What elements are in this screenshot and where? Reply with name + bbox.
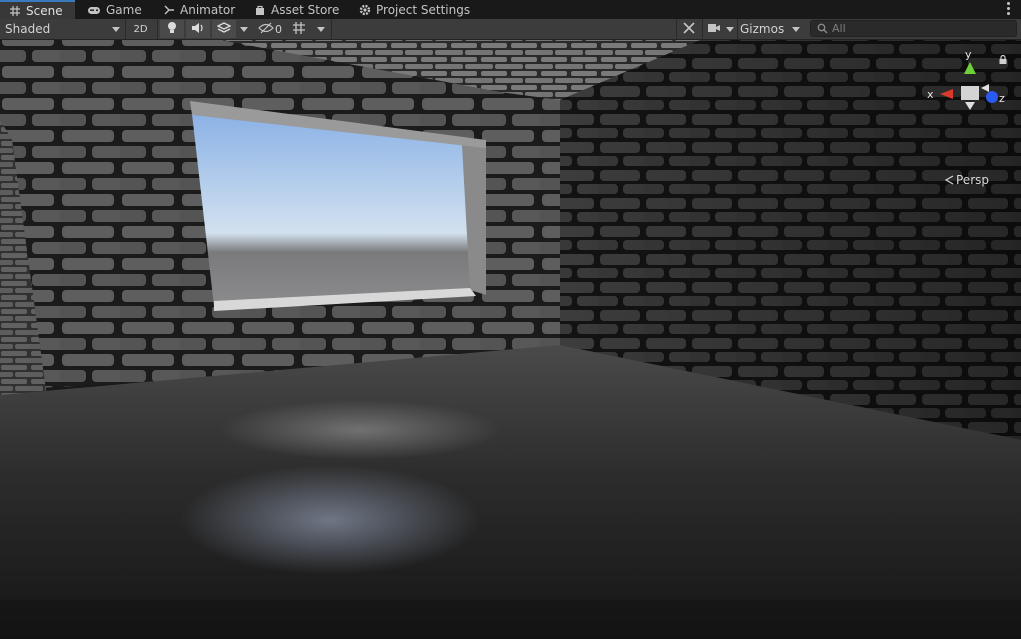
tab-project-settings-label: Project Settings [376, 2, 471, 17]
tab-animator-label: Animator [180, 2, 236, 17]
chevron-down-icon [725, 26, 734, 32]
x-axis-label: x [927, 88, 934, 101]
search-icon [817, 23, 828, 34]
wrench-icon [682, 21, 696, 38]
2d-toggle-label: 2D [133, 23, 148, 35]
chevron-left-icon [944, 175, 954, 185]
divider [676, 19, 677, 39]
divider [737, 19, 738, 39]
2d-toggle-button[interactable]: 2D [128, 20, 153, 38]
projection-label: Persp [956, 173, 989, 187]
tab-bar: Scene Game Animator Asset Store Project … [0, 0, 1021, 20]
lighting-toggle-button[interactable] [160, 20, 184, 38]
tab-project-settings[interactable]: Project Settings [359, 0, 470, 19]
tools-button[interactable] [678, 20, 700, 38]
chevron-down-icon [112, 26, 120, 32]
chevron-down-icon [792, 26, 800, 32]
hidden-objects-count: 0 [275, 22, 282, 36]
layers-effects-icon [216, 21, 232, 37]
search-placeholder: All [832, 22, 846, 35]
tab-animator[interactable]: Animator [163, 0, 235, 19]
speaker-icon [191, 22, 205, 37]
gamepad-icon [87, 4, 101, 16]
tab-scene[interactable]: Scene [0, 0, 75, 20]
grid-snap-icon [292, 21, 306, 38]
gizmos-label: Gizmos [740, 22, 785, 36]
scene-render [0, 40, 1021, 639]
gizmos-button[interactable]: Gizmos [740, 20, 784, 38]
audio-toggle-button[interactable] [186, 20, 210, 38]
chevron-down-icon [317, 26, 325, 32]
tab-game[interactable]: Game [87, 0, 142, 19]
grid-toggle-button[interactable] [289, 20, 309, 38]
divider [702, 19, 703, 39]
search-input[interactable]: All [810, 20, 1017, 37]
effects-dropdown-button[interactable] [237, 20, 251, 38]
animator-icon [163, 4, 175, 16]
orientation-gizmo[interactable]: y x z [925, 48, 1020, 128]
tab-game-label: Game [106, 2, 142, 17]
lock-icon[interactable] [999, 53, 1007, 67]
camera-settings-dropdown[interactable] [704, 20, 736, 38]
divider [125, 19, 126, 39]
bag-icon [254, 4, 266, 16]
tab-scene-label: Scene [26, 4, 63, 18]
gizmos-dropdown-button[interactable] [789, 20, 803, 38]
scene-toolbar: Shaded 2D 0 Gizmos All [0, 19, 1021, 40]
divider [331, 19, 332, 39]
tab-asset-store-label: Asset Store [271, 2, 340, 17]
projection-toggle[interactable]: Persp [944, 173, 989, 187]
gear-icon [359, 4, 371, 16]
lightbulb-icon [166, 21, 178, 37]
hidden-objects-toggle[interactable]: 0 [255, 20, 287, 38]
effects-toggle-button[interactable] [212, 20, 236, 38]
tab-asset-store[interactable]: Asset Store [254, 0, 339, 19]
camera-icon [707, 23, 721, 36]
y-axis-label: y [965, 48, 972, 61]
divider [157, 19, 158, 39]
eye-slash-icon [258, 22, 274, 37]
grid-icon [9, 5, 21, 17]
scene-viewport[interactable]: y x z Persp [0, 40, 1021, 639]
grid-dropdown-button[interactable] [314, 20, 328, 38]
chevron-down-icon [240, 26, 248, 32]
shading-mode-dropdown[interactable]: Shaded [5, 20, 120, 38]
more-options-icon[interactable] [1007, 2, 1011, 16]
z-axis-label: z [999, 92, 1005, 105]
shading-mode-label: Shaded [5, 22, 51, 36]
